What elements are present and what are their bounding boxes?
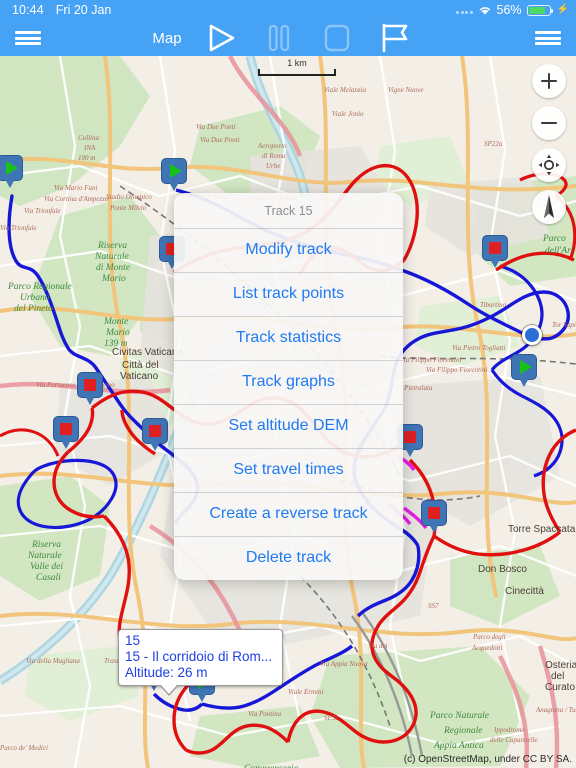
track-end-marker[interactable] — [53, 416, 79, 449]
toolbar-center-group: Map — [56, 22, 520, 54]
minus-icon — [539, 113, 559, 133]
locate-me-button[interactable] — [532, 148, 566, 182]
status-time: 10:44 — [12, 3, 44, 17]
pin-body — [53, 416, 79, 442]
pin-body — [161, 158, 187, 184]
signal-dots-icon — [456, 6, 473, 14]
play-triangle-icon — [519, 360, 532, 374]
battery-percent: 56% — [496, 3, 522, 17]
stop-square-icon — [60, 423, 72, 435]
track-graphs-item[interactable]: Track graphs — [174, 360, 403, 404]
track-end-marker[interactable] — [142, 418, 168, 451]
map-controls — [532, 64, 566, 232]
list-track-points-item[interactable]: List track points — [174, 272, 403, 316]
hamburger-line — [15, 31, 41, 34]
status-bar: 10:44 Fri 20 Jan 56% ⚡ — [0, 0, 576, 20]
play-triangle-icon — [5, 161, 18, 175]
action-sheet-title: Track 15 — [264, 204, 313, 218]
track-end-marker[interactable] — [77, 372, 103, 405]
stop-square-icon — [489, 242, 501, 254]
compass-button[interactable] — [532, 190, 566, 224]
wifi-icon — [478, 5, 492, 16]
play-button[interactable] — [192, 23, 250, 53]
pause-button[interactable] — [250, 23, 308, 53]
track-callout[interactable]: 15 15 - Il corridoio di Rom... Altitude:… — [118, 629, 284, 696]
hamburger-line — [15, 36, 41, 40]
set-altitude-dem-item[interactable]: Set altitude DEM — [174, 404, 403, 448]
hamburger-line — [535, 31, 561, 34]
pin-body — [511, 354, 537, 380]
status-date: Fri 20 Jan — [55, 3, 112, 17]
track-statistics-item[interactable]: Track statistics — [174, 316, 403, 360]
map-attribution: (c) OpenStreetMap, under CC BY SA. — [403, 754, 572, 765]
action-sheet-items: Modify track List track points Track stati… — [174, 228, 403, 580]
status-right-group: 56% ⚡ — [456, 0, 569, 20]
pause-icon — [266, 23, 292, 53]
stop-square-icon — [149, 425, 161, 437]
delete-track-item[interactable]: Delete track — [174, 536, 403, 580]
zoom-in-button[interactable] — [532, 64, 566, 98]
callout-line-1: 15 — [125, 633, 141, 648]
track-start-marker[interactable] — [161, 158, 187, 191]
plus-icon — [539, 71, 559, 91]
current-location-dot — [522, 325, 542, 345]
top-toolbar: Map — [0, 20, 576, 56]
track-end-marker[interactable] — [421, 500, 447, 533]
pin-body — [0, 155, 23, 181]
pin-body — [77, 372, 103, 398]
stop-square-icon — [84, 379, 96, 391]
left-menu-button[interactable] — [0, 20, 56, 56]
hamburger-line — [535, 36, 561, 40]
track-action-sheet: Track 15 Modify track List track points Tr… — [174, 193, 403, 580]
charging-bolt-icon: ⚡ — [556, 4, 569, 15]
callout-line-2: 15 - Il corridoio di Rom... — [125, 649, 273, 664]
play-triangle-icon — [169, 164, 182, 178]
flag-icon — [379, 22, 411, 54]
pin-body — [482, 235, 508, 261]
create-reverse-track-item[interactable]: Create a reverse track — [174, 492, 403, 536]
track-start-marker[interactable] — [0, 155, 23, 188]
track-start-marker[interactable] — [511, 354, 537, 387]
zoom-out-button[interactable] — [532, 106, 566, 140]
callout-line-3: Altitude: 26 m — [125, 665, 208, 680]
modify-track-item[interactable]: Modify track — [174, 228, 403, 272]
stop-icon — [323, 23, 351, 53]
set-travel-times-item[interactable]: Set travel times — [174, 448, 403, 492]
compass-north-icon — [537, 194, 561, 220]
track-end-marker[interactable] — [482, 235, 508, 268]
toolbar-title: Map — [152, 29, 182, 47]
stop-square-icon — [428, 507, 440, 519]
app-root: 10:44 Fri 20 Jan 56% ⚡ Map Via Due Ponti… — [0, 0, 576, 768]
map-scale-bar-line — [258, 69, 336, 76]
map-scale-label: 1 km — [287, 58, 307, 68]
flag-button[interactable] — [366, 22, 424, 54]
stop-button[interactable] — [308, 23, 366, 53]
stop-square-icon — [404, 431, 416, 443]
battery-icon — [526, 4, 553, 16]
hamburger-line — [535, 42, 561, 45]
target-icon — [537, 153, 561, 177]
hamburger-line — [15, 42, 41, 45]
play-icon — [204, 23, 238, 53]
pin-body — [421, 500, 447, 526]
map-scale-bar: 1 km — [258, 58, 336, 76]
right-menu-button[interactable] — [520, 20, 576, 56]
pin-body — [142, 418, 168, 444]
